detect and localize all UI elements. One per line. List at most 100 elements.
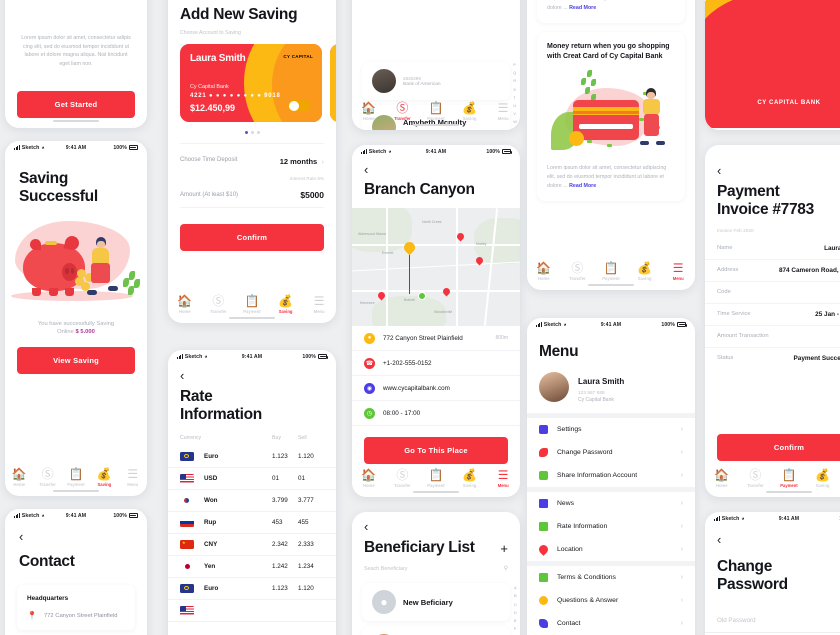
tab-menu[interactable]: ☰Menu	[486, 469, 520, 488]
read-more-link[interactable]: Read More	[569, 183, 596, 189]
card-holder-name: Laura Smith	[190, 53, 246, 65]
read-more-link[interactable]: Read More	[569, 5, 596, 11]
menu-item-location[interactable]: Location ›	[527, 538, 695, 561]
menu-item-news[interactable]: News ›	[527, 492, 695, 515]
list-item[interactable]: 2840299 Bank of American	[362, 62, 510, 100]
sell-rate: 455	[298, 518, 309, 526]
amount-row[interactable]: Amount (At least $10) $5000	[180, 181, 324, 209]
news-icon	[539, 499, 548, 509]
tab-saving[interactable]: 💰 Saving	[453, 102, 487, 121]
invoice-row-time-service: Time Service 25 Jan - 25 Feb	[705, 304, 840, 326]
search-icon[interactable]: ⚲	[504, 565, 508, 572]
table-row[interactable]: Euro 1.123 1.120	[168, 446, 336, 468]
map-pin[interactable]	[476, 257, 483, 267]
tab-home[interactable]: 🏠 Home	[527, 262, 561, 281]
menu-item-rate-information[interactable]: Rate Information ›	[527, 515, 695, 538]
view-saving-button[interactable]: View Saving	[17, 346, 135, 374]
buy-rate: 1.123	[272, 452, 288, 460]
back-button[interactable]: ‹	[364, 520, 508, 533]
map-pin-origin[interactable]	[404, 242, 415, 257]
avatar-placeholder-icon: ●	[372, 590, 396, 615]
menu-item-questions[interactable]: Questions & Answer ›	[527, 589, 695, 612]
old-password-field[interactable]: Old Password	[705, 609, 840, 633]
tab-saving[interactable]: 💰 Saving	[269, 295, 303, 314]
table-row[interactable]: Euro 1.123 1.120	[168, 578, 336, 600]
info-row-phone[interactable]: ☎ +1-202-555-0152	[352, 351, 520, 377]
tab-menu[interactable]: ☰Menu	[302, 295, 336, 314]
go-to-place-button[interactable]: Go To This Place	[364, 437, 508, 465]
table-row[interactable]: USD 01 01	[168, 468, 336, 490]
table-row[interactable]: ★ CNY 2.342 2.333	[168, 534, 336, 556]
back-button[interactable]: ‹	[180, 369, 324, 382]
tab-saving[interactable]: 💰 Saving	[806, 469, 840, 488]
table-row[interactable]: Won 3.799 3.777	[168, 490, 336, 512]
confirm-button[interactable]: Confirm	[717, 434, 840, 461]
tab-payment[interactable]: 📋 Payment	[419, 102, 453, 121]
account-card-next[interactable]	[330, 44, 336, 123]
confirm-button[interactable]: Confirm	[180, 224, 324, 252]
tab-home[interactable]: 🏠 Home	[352, 102, 386, 121]
menu-item-share-information[interactable]: Share Information Account ›	[527, 464, 695, 487]
tab-saving[interactable]: 💰 Saving	[453, 469, 487, 488]
tab-home[interactable]: 🏠 Home	[168, 295, 202, 314]
table-row[interactable]	[168, 600, 336, 622]
branch-website: www.cycapitalbank.com	[383, 384, 450, 392]
tab-transfer[interactable]: Ⓢ Transfer	[739, 469, 773, 488]
info-row-hours[interactable]: ◷ 08:00 - 17:00	[352, 401, 520, 427]
news-card[interactable]: Money return when you go shopping with C…	[537, 31, 685, 201]
menu-item-terms[interactable]: Terms & Conditions ›	[527, 566, 695, 589]
transfer-icon: Ⓢ	[41, 467, 54, 481]
tab-menu[interactable]: ☰Menu	[486, 102, 520, 121]
menu-item-label: Contact	[557, 620, 581, 628]
back-button[interactable]: ‹	[717, 164, 840, 177]
buy-rate: 2.342	[272, 540, 288, 548]
menu-item-contact[interactable]: Contact ›	[527, 612, 695, 635]
tab-home[interactable]: 🏠 Home	[705, 469, 739, 488]
search-row[interactable]: Seach Beneficiary ⚲	[352, 557, 520, 579]
tab-home[interactable]: 🏠 Home	[5, 468, 33, 487]
branch-distance: 800m	[495, 335, 508, 342]
tab-transfer[interactable]: Ⓢ Transfer	[33, 468, 61, 487]
card-number: 4221 ● ● ● ● ● ● ● ● 9018	[190, 93, 281, 100]
tab-saving[interactable]: 💰 Saving	[90, 468, 118, 487]
tab-menu[interactable]: ☰Menu	[661, 262, 695, 281]
tab-menu[interactable]: ☰Menu	[119, 468, 147, 487]
back-button[interactable]: ‹	[717, 533, 840, 546]
tab-transfer[interactable]: Ⓢ Transfer	[386, 102, 420, 121]
us-flag	[180, 605, 194, 615]
info-row-website[interactable]: ◉ www.cycapitalbank.com	[352, 376, 520, 402]
back-button[interactable]: ‹	[19, 530, 133, 543]
tab-payment[interactable]: 📋 Payment	[419, 469, 453, 488]
tab-transfer[interactable]: Ⓢ Transfer	[561, 262, 595, 281]
map-view[interactable]: North Creek Alderwood Manor Everett Malt…	[352, 208, 520, 327]
map-pin[interactable]	[443, 288, 450, 298]
tab-payment[interactable]: 📋 Payment	[594, 262, 628, 281]
account-card[interactable]: Laura Smith Cy Capital Bank 4221 ● ● ● ●…	[180, 44, 322, 123]
tab-transfer[interactable]: Ⓢ Transfer	[202, 295, 236, 314]
chevron-right-icon: ›	[321, 159, 324, 167]
info-row-address[interactable]: ● 772 Canyon Street Plainfield 800m	[352, 326, 520, 352]
tab-payment[interactable]: 📋 Payment	[62, 468, 90, 487]
list-item[interactable]: Adam Johnson927 247 2201	[362, 626, 510, 635]
plus-icon[interactable]: +	[500, 542, 508, 555]
map-pin[interactable]	[378, 292, 385, 302]
time-deposit-row[interactable]: Choose Time Deposit 12 months ›	[180, 143, 324, 176]
tab-saving[interactable]: 💰 Saving	[628, 262, 662, 281]
table-row[interactable]: Yen 1.242 1.234	[168, 556, 336, 578]
carousel-dots[interactable]	[168, 131, 336, 135]
map-pin[interactable]	[457, 233, 464, 243]
alphabet-index[interactable]: A B C D E F G	[514, 585, 517, 635]
tab-transfer[interactable]: Ⓢ Transfer	[386, 469, 420, 488]
list-item[interactable]: ● New Beficiary	[362, 583, 510, 622]
news-card[interactable]: Lorem ipsum dolor sit amet, consectetur …	[537, 0, 685, 23]
search-input[interactable]: Seach Beneficiary	[364, 566, 407, 572]
tab-home[interactable]: 🏠 Home	[352, 469, 386, 488]
menu-item-settings[interactable]: Settings ›	[527, 418, 695, 441]
back-button[interactable]: ‹	[364, 163, 508, 176]
table-row[interactable]: Rup 453 455	[168, 512, 336, 534]
tab-payment[interactable]: 📋 Payment	[235, 295, 269, 314]
menu-item-change-password[interactable]: Change Password ›	[527, 441, 695, 464]
tab-payment[interactable]: 📋 Payment	[772, 469, 806, 488]
profile-row[interactable]: Laura Smith 123 567 888 Cy Capital Bank	[527, 371, 695, 413]
get-started-button[interactable]: Get Started	[17, 90, 135, 118]
